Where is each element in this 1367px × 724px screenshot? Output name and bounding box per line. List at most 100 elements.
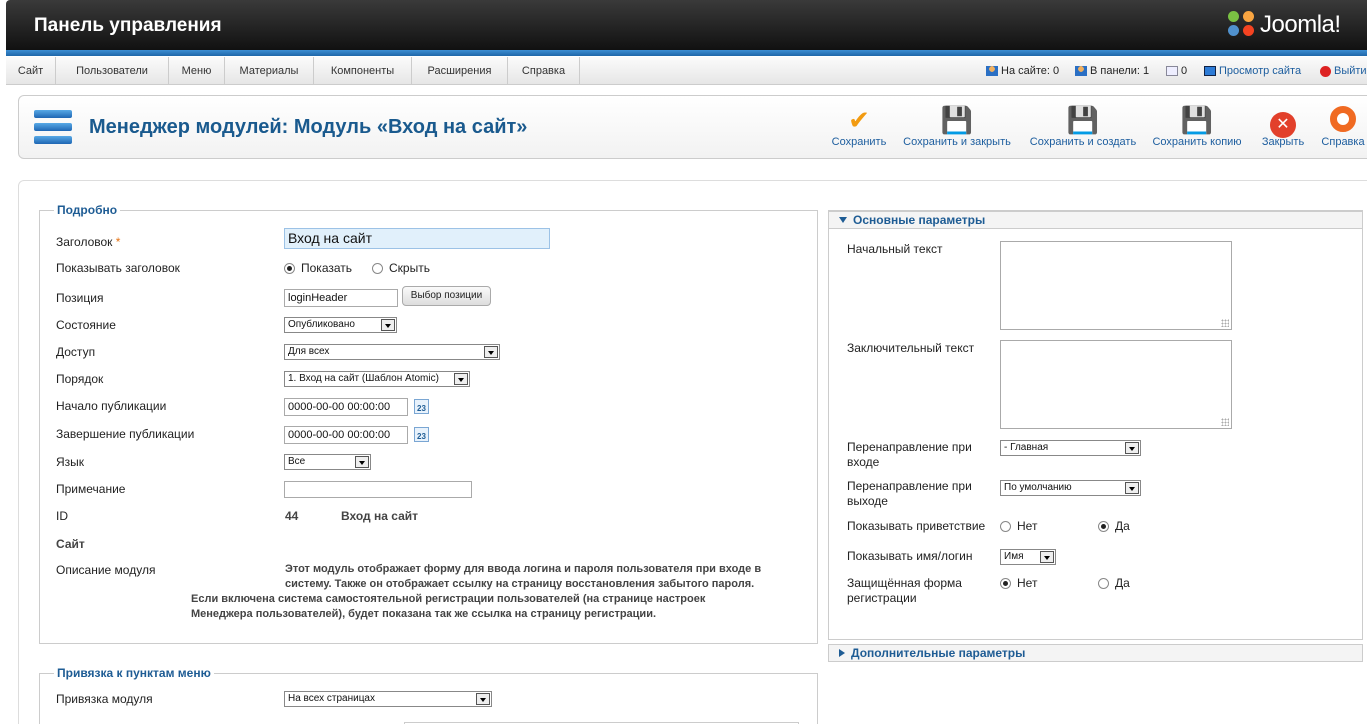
basic-options-toggle[interactable]: Основные параметры bbox=[828, 211, 1363, 229]
login-redirect-select[interactable]: - Главная bbox=[1000, 440, 1141, 456]
chevron-down-icon bbox=[1125, 482, 1139, 494]
posttext-textarea[interactable] bbox=[1000, 340, 1232, 429]
module-assignment-select[interactable]: На всех страницах bbox=[284, 691, 492, 707]
access-select[interactable]: Для всех bbox=[284, 344, 500, 360]
access-label: Доступ bbox=[56, 345, 96, 359]
menu-menus[interactable]: Меню bbox=[169, 57, 225, 85]
id-value: 44 bbox=[285, 509, 299, 523]
description-line-2: систему. Также он отображает ссылку на с… bbox=[285, 578, 755, 590]
posttext-label: Заключительный текст bbox=[847, 341, 975, 355]
save-new-button[interactable]: 💾 Сохранить и создать bbox=[1027, 106, 1139, 152]
logout-redirect-label-2: выходе bbox=[847, 494, 888, 508]
save-button[interactable]: ✔ Сохранить bbox=[829, 106, 889, 152]
show-title-show-radio[interactable]: Показать bbox=[284, 261, 352, 275]
logout-redirect-label-1: Перенаправление при bbox=[847, 479, 972, 493]
calendar-icon[interactable]: 23 bbox=[414, 399, 429, 414]
checkmark-icon: ✔ bbox=[848, 105, 870, 135]
chevron-down-icon bbox=[381, 319, 395, 331]
save-icon: 💾 bbox=[940, 105, 974, 135]
view-site-link[interactable]: Просмотр сайта bbox=[1204, 57, 1301, 85]
menu-extensions[interactable]: Расширения bbox=[412, 57, 508, 85]
secure-form-label-2: регистрации bbox=[847, 591, 917, 605]
logout-redirect-select[interactable]: По умолчанию bbox=[1000, 480, 1141, 496]
pretext-textarea[interactable] bbox=[1000, 241, 1232, 330]
triangle-right-icon bbox=[839, 649, 845, 657]
client-label: Сайт bbox=[56, 537, 85, 551]
chevron-down-icon bbox=[484, 346, 498, 358]
status-in-panel: В панели: 1 bbox=[1075, 57, 1149, 85]
close-icon: ✕ bbox=[1257, 106, 1309, 138]
publish-down-label: Завершение публикации bbox=[56, 427, 195, 441]
status-messages[interactable]: 0 bbox=[1166, 57, 1187, 85]
help-button[interactable]: Справка bbox=[1317, 106, 1367, 152]
close-button[interactable]: ✕ Закрыть bbox=[1257, 106, 1309, 152]
menu-users[interactable]: Пользователи bbox=[56, 57, 169, 85]
show-title-label: Показывать заголовок bbox=[56, 261, 180, 275]
greeting-label: Показывать приветствие bbox=[847, 519, 986, 533]
calendar-icon[interactable]: 23 bbox=[414, 427, 429, 442]
logout-link[interactable]: Выйти bbox=[1320, 57, 1367, 85]
order-select[interactable]: 1. Вход на сайт (Шаблон Atomic) bbox=[284, 371, 470, 387]
login-redirect-label-2: входе bbox=[847, 455, 880, 469]
note-input[interactable] bbox=[284, 481, 472, 498]
state-select[interactable]: Опубликовано bbox=[284, 317, 397, 333]
menu-content[interactable]: Материалы bbox=[225, 57, 314, 85]
mail-icon bbox=[1166, 66, 1178, 77]
position-input[interactable]: loginHeader bbox=[284, 289, 398, 307]
publish-up-input[interactable]: 0000-00-00 00:00:00 bbox=[284, 398, 408, 416]
language-select[interactable]: Все bbox=[284, 454, 371, 470]
language-label: Язык bbox=[56, 455, 85, 469]
secure-form-yes-radio[interactable]: Да bbox=[1098, 576, 1130, 590]
description-label: Описание модуля bbox=[56, 563, 156, 577]
lifebuoy-icon bbox=[1317, 106, 1367, 134]
module-manager-icon bbox=[34, 108, 72, 146]
show-name-label: Показывать имя/логин bbox=[847, 549, 973, 563]
chevron-down-icon bbox=[454, 373, 468, 385]
secure-form-label-1: Защищённая форма bbox=[847, 576, 962, 590]
state-label: Состояние bbox=[56, 318, 116, 332]
module-type: Вход на сайт bbox=[341, 509, 419, 523]
title-label: Заголовок * bbox=[56, 235, 121, 249]
description-line-3: Если включена система самостоятельной ре… bbox=[191, 593, 706, 605]
save-copy-button[interactable]: 💾 Сохранить копию bbox=[1151, 106, 1243, 152]
show-title-hide-radio[interactable]: Скрыть bbox=[372, 261, 430, 275]
menu-components[interactable]: Компоненты bbox=[314, 57, 412, 85]
chevron-down-icon bbox=[1040, 551, 1054, 563]
joomla-logo: Joomla! bbox=[1228, 10, 1341, 40]
pretext-label: Начальный текст bbox=[847, 242, 943, 256]
module-assignment-label: Привязка модуля bbox=[56, 692, 153, 706]
chevron-down-icon bbox=[476, 693, 490, 705]
chevron-down-icon bbox=[1125, 442, 1139, 454]
details-legend: Подробно bbox=[57, 203, 118, 217]
show-name-select[interactable]: Имя bbox=[1000, 549, 1056, 565]
description-line-1: Этот модуль отображает форму для ввода л… bbox=[285, 563, 762, 575]
save-copy-icon: 💾 bbox=[1180, 105, 1214, 135]
page-title: Менеджер модулей: Модуль «Вход на сайт» bbox=[89, 116, 528, 138]
greeting-no-radio[interactable]: Нет bbox=[1000, 519, 1037, 533]
users-icon bbox=[986, 66, 998, 77]
logout-icon bbox=[1320, 65, 1331, 77]
description-line-4: Менеджера пользователей), будет показана… bbox=[191, 608, 657, 620]
position-label: Позиция bbox=[56, 291, 104, 305]
monitor-icon bbox=[1204, 66, 1216, 77]
order-label: Порядок bbox=[56, 372, 104, 386]
joomla-logo-icon bbox=[1228, 11, 1258, 39]
chevron-down-icon bbox=[355, 456, 369, 468]
advanced-options-toggle[interactable]: Дополнительные параметры bbox=[828, 644, 1363, 662]
user-icon bbox=[1075, 66, 1087, 77]
header-divider bbox=[6, 50, 1367, 56]
menu-site[interactable]: Сайт bbox=[6, 57, 56, 85]
greeting-yes-radio[interactable]: Да bbox=[1098, 519, 1130, 533]
main-menu-bar: Сайт Пользователи Меню Материалы Компоне… bbox=[6, 57, 1367, 85]
select-position-button[interactable]: Выбор позиции bbox=[402, 286, 491, 306]
menu-help[interactable]: Справка bbox=[508, 57, 580, 85]
title-input[interactable]: Вход на сайт bbox=[284, 228, 550, 249]
publish-down-input[interactable]: 0000-00-00 00:00:00 bbox=[284, 426, 408, 444]
menu-assignment-legend: Привязка к пунктам меню bbox=[57, 666, 211, 680]
save-new-icon: 💾 bbox=[1066, 105, 1100, 135]
login-redirect-label-1: Перенаправление при bbox=[847, 440, 972, 454]
toolbar: Менеджер модулей: Модуль «Вход на сайт» … bbox=[18, 95, 1367, 159]
id-label: ID bbox=[56, 509, 68, 523]
secure-form-no-radio[interactable]: Нет bbox=[1000, 576, 1037, 590]
save-close-button[interactable]: 💾 Сохранить и закрыть bbox=[901, 106, 1013, 152]
